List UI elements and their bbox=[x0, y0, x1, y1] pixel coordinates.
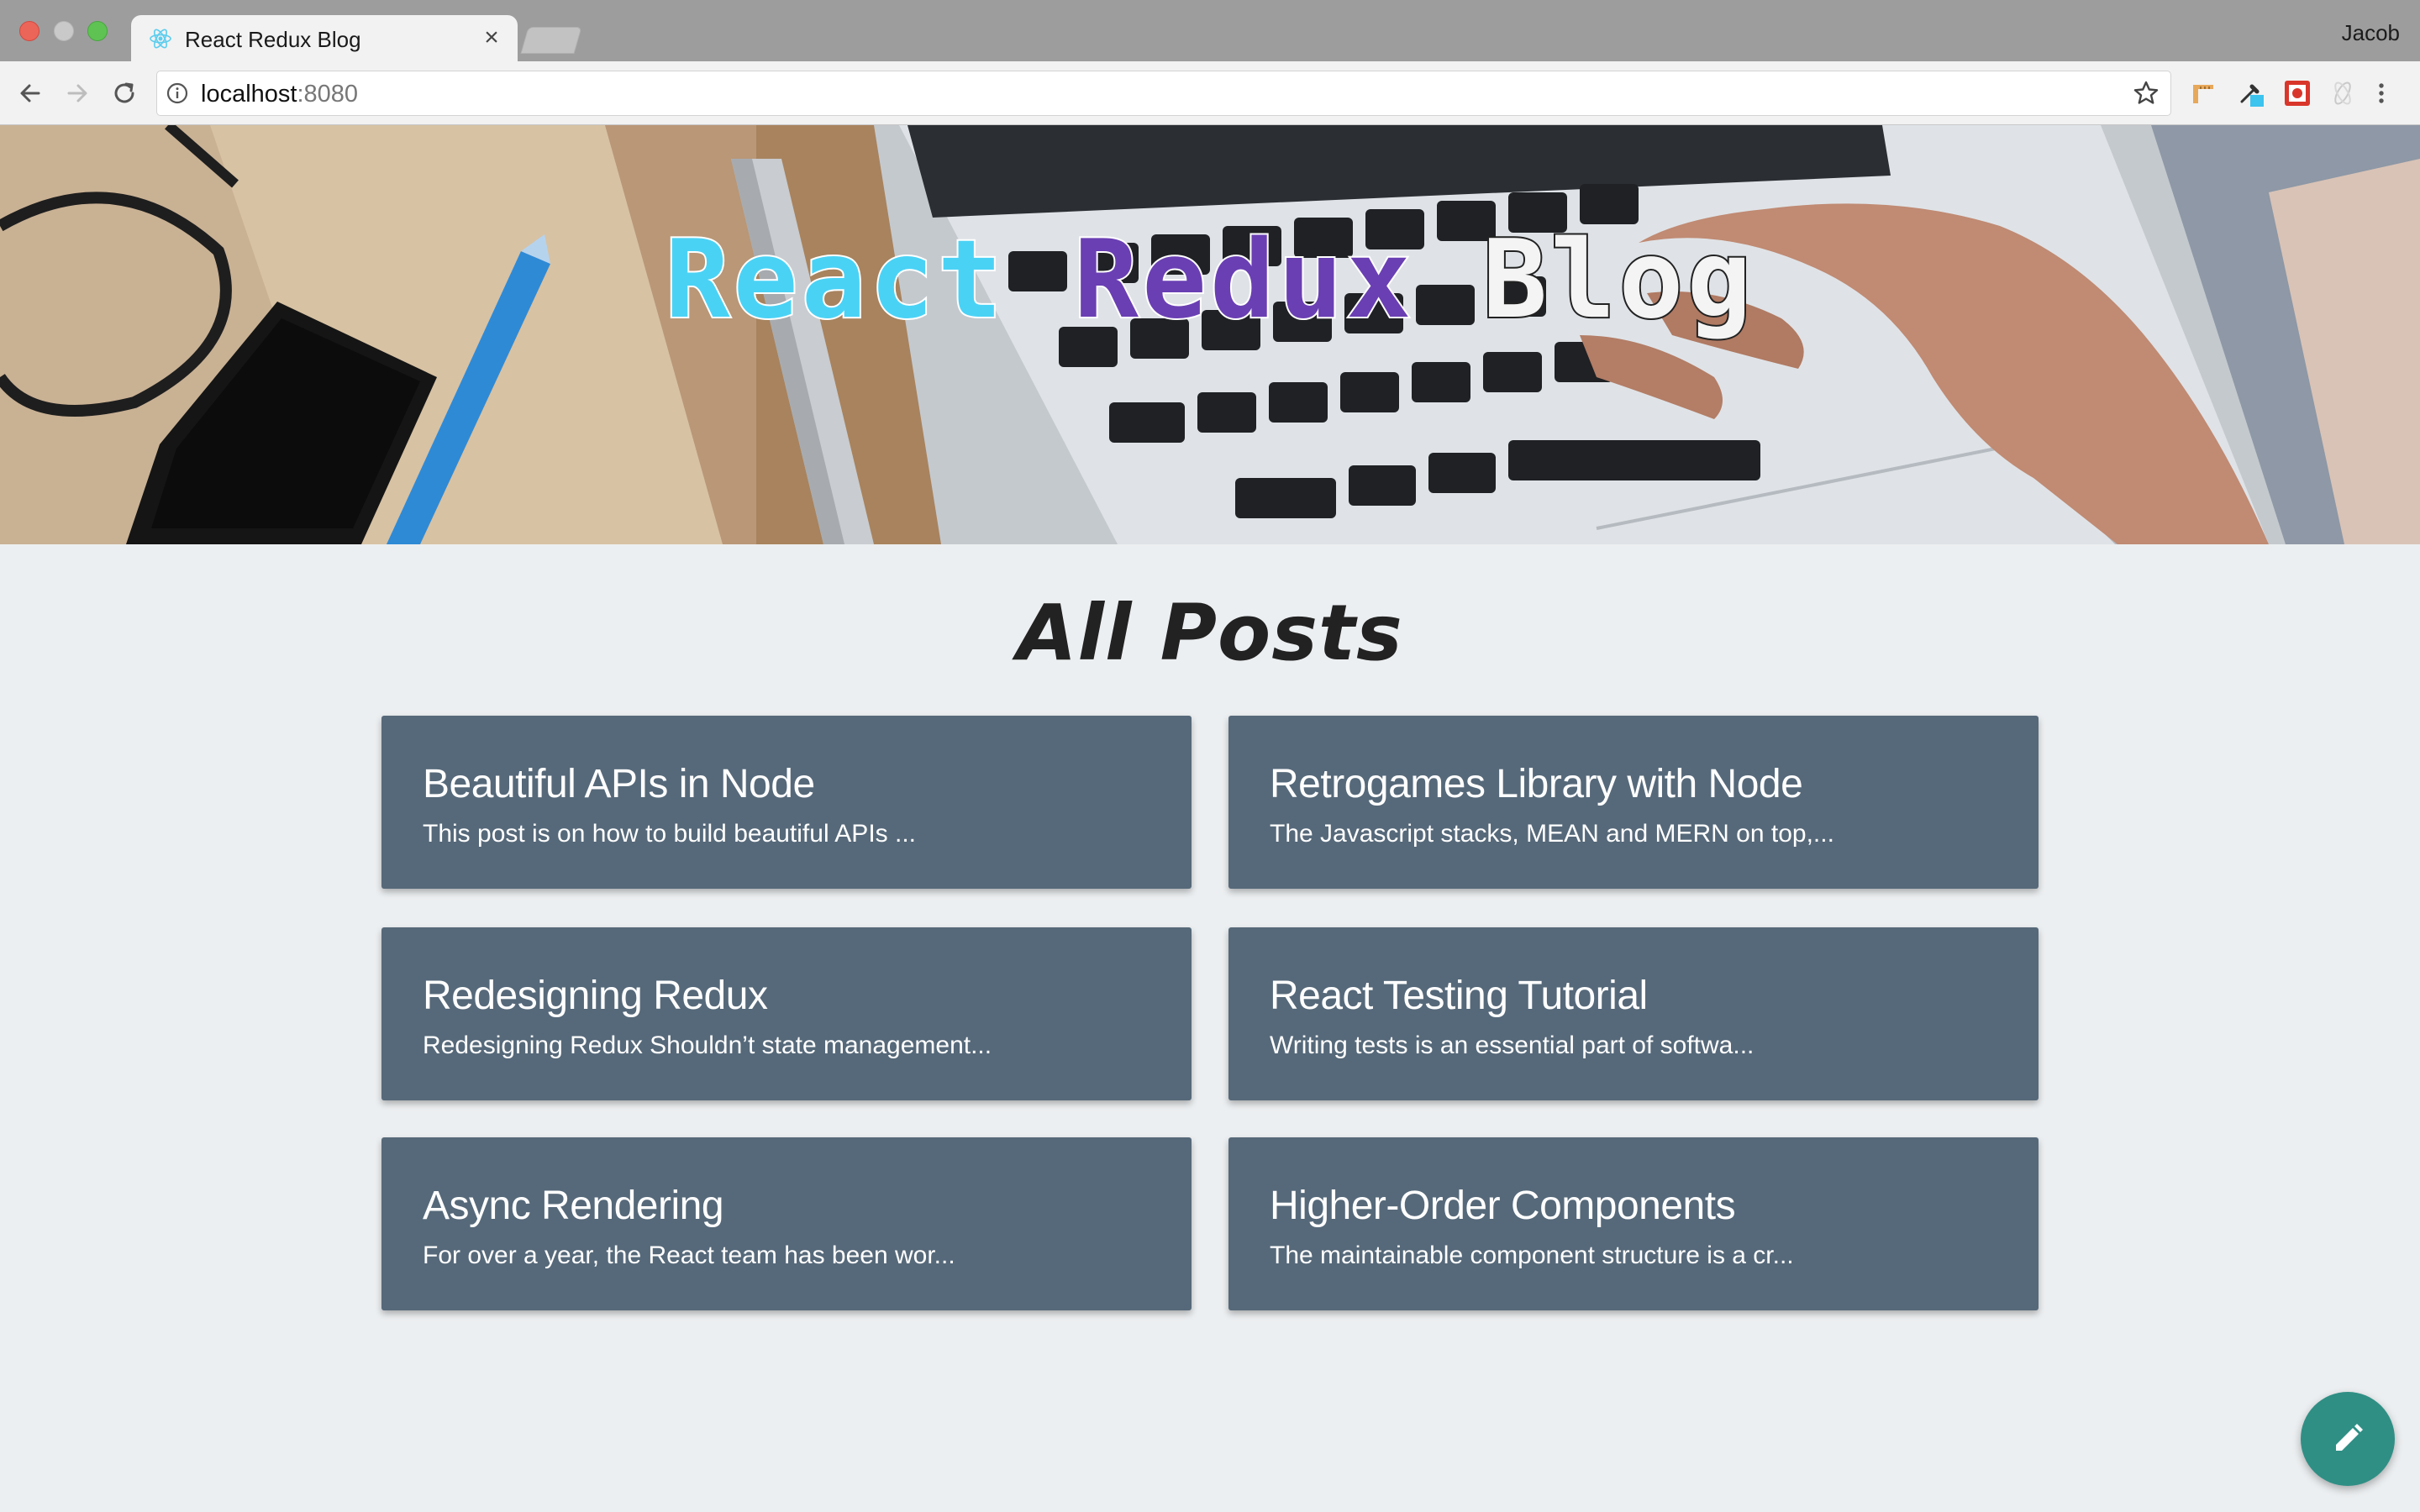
back-arrow-icon[interactable] bbox=[13, 76, 47, 110]
bookmark-star-icon[interactable] bbox=[2132, 79, 2160, 108]
tab-close-icon[interactable]: × bbox=[477, 24, 506, 52]
post-excerpt: The maintainable component structure is … bbox=[1270, 1242, 1794, 1269]
hero-title-react: React bbox=[663, 216, 1006, 344]
post-excerpt: Redesigning Redux Shouldn’t state manage… bbox=[423, 1032, 992, 1059]
post-excerpt: For over a year, the React team has been… bbox=[423, 1242, 955, 1269]
post-card[interactable]: Redesigning Redux Redesigning Redux Shou… bbox=[381, 927, 1192, 1100]
post-card[interactable]: Higher-Order Components The maintainable… bbox=[1228, 1137, 2039, 1310]
post-excerpt: This post is on how to build beautiful A… bbox=[423, 820, 916, 848]
extension-react-devtools-icon[interactable] bbox=[2328, 78, 2358, 108]
post-title: Beautiful APIs in Node bbox=[423, 762, 815, 806]
new-tab-button[interactable] bbox=[520, 27, 582, 54]
reload-icon[interactable] bbox=[108, 76, 141, 110]
info-icon[interactable] bbox=[166, 81, 189, 105]
post-card[interactable]: Async Rendering For over a year, the Rea… bbox=[381, 1137, 1192, 1310]
post-title: Async Rendering bbox=[423, 1184, 724, 1228]
new-post-button[interactable] bbox=[2301, 1392, 2395, 1486]
url-text[interactable]: localhost:8080 bbox=[201, 81, 358, 108]
address-bar[interactable]: localhost:8080 bbox=[156, 71, 2171, 116]
extension-eyedropper-icon[interactable] bbox=[2235, 78, 2265, 108]
post-card[interactable]: Beautiful APIs in Node This post is on h… bbox=[381, 716, 1192, 889]
window-zoom-button[interactable] bbox=[87, 21, 108, 41]
hero-title-redux: Redux bbox=[1072, 216, 1415, 344]
url-port: :8080 bbox=[297, 81, 359, 108]
url-host: localhost bbox=[201, 81, 297, 108]
post-title: Redesigning Redux bbox=[423, 974, 768, 1018]
window-minimize-button[interactable] bbox=[54, 21, 74, 41]
forward-arrow-icon[interactable] bbox=[60, 76, 94, 110]
window-close-button[interactable] bbox=[19, 21, 39, 41]
extension-redux-devtools-icon[interactable] bbox=[2282, 78, 2312, 108]
hero-title: React Redux Blog bbox=[0, 216, 2420, 344]
hero-title-blog: Blog bbox=[1481, 216, 1755, 344]
post-title: Retrogames Library with Node bbox=[1270, 762, 1803, 806]
pencil-icon bbox=[2336, 1424, 2363, 1451]
react-logo-icon bbox=[150, 29, 171, 49]
tab-title: React Redux Blog bbox=[185, 27, 361, 52]
browser-toolbar: localhost:8080 bbox=[0, 61, 2420, 125]
extension-ruler-icon[interactable] bbox=[2188, 78, 2218, 108]
post-excerpt: Writing tests is an essential part of so… bbox=[1270, 1032, 1754, 1059]
browser-titlebar: React Redux Blog × Jacob bbox=[0, 0, 2420, 61]
hero-banner: React Redux Blog bbox=[0, 125, 2420, 544]
page-title: All Posts bbox=[1017, 588, 1403, 678]
profile-name[interactable]: Jacob bbox=[2342, 20, 2400, 46]
browser-tab-active[interactable]: React Redux Blog × bbox=[131, 15, 518, 61]
more-menu-icon[interactable] bbox=[2373, 78, 2390, 108]
post-card[interactable]: Retrogames Library with Node The Javascr… bbox=[1228, 716, 2039, 889]
post-title: React Testing Tutorial bbox=[1270, 974, 1648, 1018]
post-excerpt: The Javascript stacks, MEAN and MERN on … bbox=[1270, 820, 1834, 848]
post-card[interactable]: React Testing Tutorial Writing tests is … bbox=[1228, 927, 2039, 1100]
post-title: Higher-Order Components bbox=[1270, 1184, 1736, 1228]
